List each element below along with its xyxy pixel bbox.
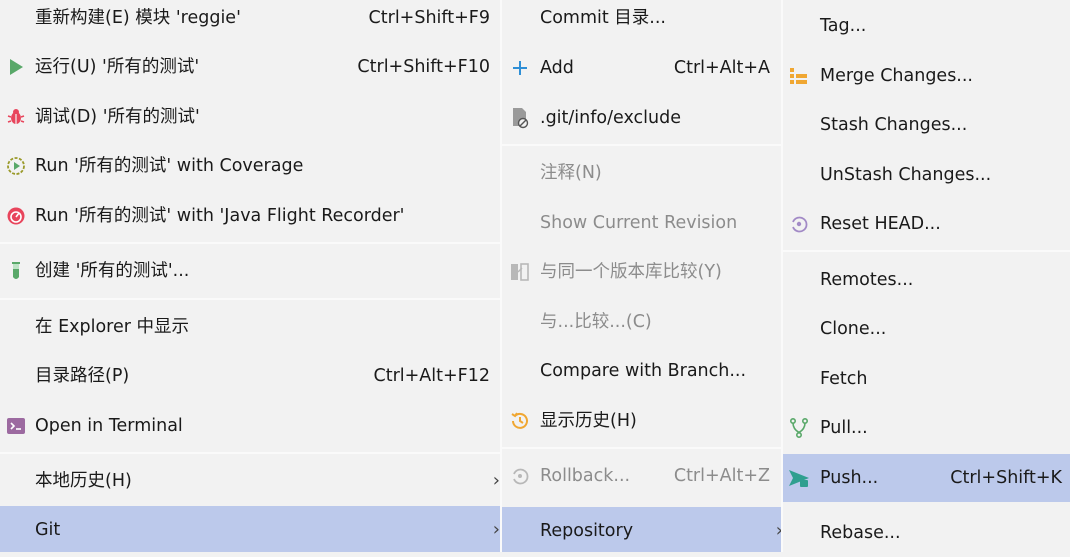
menu-item-label: 在 Explorer 中显示: [35, 317, 189, 337]
menu-item-label: Merge Changes...: [820, 66, 973, 86]
add-icon: [509, 44, 531, 92]
menu-item-label: 重新构建(E) 模块 'reggie': [35, 8, 241, 28]
chevron-right-icon: ›: [492, 470, 500, 491]
menu-item-label: Tag...: [820, 16, 867, 36]
menu-item-clone[interactable]: Clone...: [783, 305, 1070, 353]
menu-item-label: Commit 目录...: [540, 8, 666, 28]
menu-item-shortcut: Ctrl+Shift+F9: [368, 8, 490, 28]
menu-item-shortcut: Ctrl+Alt+A: [673, 58, 770, 78]
menu-item-label: Clone...: [820, 319, 887, 339]
menu-item-shortcut: Ctrl+Shift+K: [950, 468, 1062, 488]
menu-item-shortcut: Ctrl+Alt+F12: [373, 366, 491, 386]
menu-item-label: 创建 '所有的测试'...: [35, 261, 190, 281]
menu-item-remotes[interactable]: Remotes...: [783, 256, 1070, 304]
menu-item-compare-with[interactable]: 与...比较...(C): [502, 298, 781, 346]
menu-item-label: Pull...: [820, 418, 868, 438]
menu-item-show-current-revision[interactable]: Show Current Revision: [502, 199, 781, 247]
merge-icon: [788, 52, 810, 100]
menu-item-label: Show Current Revision: [540, 213, 738, 233]
menu-item-label: Add: [540, 58, 574, 78]
menu-item-label: Compare with Branch...: [540, 361, 747, 381]
menu-item-reset-head[interactable]: Reset HEAD...: [783, 200, 1070, 248]
compare-icon: [509, 248, 531, 296]
menu-item-compare-same-repository[interactable]: 与同一个版本库比较(Y): [502, 248, 781, 296]
menu-item-repository[interactable]: Repository ›: [502, 507, 783, 552]
menu-item-label: Run '所有的测试' with Coverage: [35, 156, 304, 176]
menu-item-label: 与同一个版本库比较(Y): [540, 262, 722, 282]
menu-separator: [783, 250, 1070, 252]
git-submenu: Commit 目录... Add Ctrl+Alt+A .git/info/ex…: [502, 0, 783, 552]
menu-item-label: 本地历史(H): [35, 471, 132, 491]
reset-icon: [788, 200, 810, 248]
push-icon: [788, 454, 810, 502]
terminal-icon: [5, 402, 27, 450]
menu-item-label: 注释(N): [540, 163, 602, 183]
menu-item-unstash-changes[interactable]: UnStash Changes...: [783, 151, 1070, 199]
menu-item-commit-directory[interactable]: Commit 目录...: [502, 0, 781, 42]
debug-icon: [5, 93, 27, 141]
menu-separator: [502, 144, 781, 146]
menu-item-label: Run '所有的测试' with 'Java Flight Recorder': [35, 206, 405, 226]
menu-item-open-in-terminal[interactable]: Open in Terminal: [0, 402, 500, 450]
menu-separator: [0, 242, 500, 244]
project-context-menu: 重新构建(E) 模块 'reggie' Ctrl+Shift+F9 运行(U) …: [0, 0, 500, 552]
menu-item-create-tests[interactable]: 创建 '所有的测试'...: [0, 247, 500, 295]
menu-item-label: Rollback...: [540, 466, 631, 486]
menu-item-run-with-coverage[interactable]: Run '所有的测试' with Coverage: [0, 142, 500, 190]
menu-item-debug-all-tests[interactable]: 调试(D) '所有的测试': [0, 93, 500, 141]
chevron-right-icon: ›: [492, 519, 500, 540]
menu-item-label: UnStash Changes...: [820, 165, 992, 185]
menu-item-label: Stash Changes...: [820, 115, 968, 135]
profiler-icon: [5, 192, 27, 240]
menu-item-add[interactable]: Add Ctrl+Alt+A: [502, 44, 781, 92]
menu-item-label: Rebase...: [820, 523, 901, 543]
menu-item-label: Remotes...: [820, 270, 914, 290]
menu-item-label: Fetch: [820, 369, 868, 389]
menu-item-show-history[interactable]: 显示历史(H): [502, 397, 781, 445]
menu-item-compare-with-branch[interactable]: Compare with Branch...: [502, 347, 781, 395]
menu-item-label: 目录路径(P): [35, 366, 130, 386]
menu-item-pull[interactable]: Pull...: [783, 404, 1070, 452]
test-tube-icon: [5, 247, 27, 295]
menu-item-git[interactable]: Git ›: [0, 506, 500, 552]
menu-separator: [0, 452, 500, 454]
menu-item-rebase[interactable]: Rebase...: [783, 509, 1070, 557]
menu-separator: [502, 447, 781, 449]
menu-item-git-info-exclude[interactable]: .git/info/exclude: [502, 94, 781, 142]
repository-submenu: Tag... Merge Changes... Stash Changes...…: [783, 0, 1070, 552]
rollback-icon: [509, 452, 531, 500]
menu-item-run-with-flight-recorder[interactable]: Run '所有的测试' with 'Java Flight Recorder': [0, 192, 500, 240]
menu-item-label: 显示历史(H): [540, 411, 637, 431]
run-icon: [5, 43, 27, 91]
menu-item-tag[interactable]: Tag...: [783, 2, 1070, 50]
ignore-file-icon: [509, 94, 531, 142]
menu-item-run-all-tests[interactable]: 运行(U) '所有的测试' Ctrl+Shift+F10: [0, 43, 500, 91]
menu-item-label: 调试(D) '所有的测试': [35, 107, 200, 127]
menu-item-rollback[interactable]: Rollback... Ctrl+Alt+Z: [502, 452, 781, 500]
menu-item-label: Git: [35, 520, 61, 540]
menu-item-annotate[interactable]: 注释(N): [502, 149, 781, 197]
menu-item-push[interactable]: Push... Ctrl+Shift+K: [783, 454, 1070, 502]
menu-item-stash-changes[interactable]: Stash Changes...: [783, 101, 1070, 149]
menu-item-label: Reset HEAD...: [820, 214, 941, 234]
menu-item-rebuild-module[interactable]: 重新构建(E) 模块 'reggie' Ctrl+Shift+F9: [0, 0, 500, 42]
menu-item-show-in-explorer[interactable]: 在 Explorer 中显示: [0, 303, 500, 351]
menu-item-fetch[interactable]: Fetch: [783, 355, 1070, 403]
coverage-icon: [5, 142, 27, 190]
menu-item-local-history[interactable]: 本地历史(H) ›: [0, 457, 500, 505]
menu-item-label: Repository: [540, 521, 634, 541]
menu-item-label: Push...: [820, 468, 879, 488]
menu-item-label: 与...比较...(C): [540, 312, 652, 332]
menu-item-shortcut: Ctrl+Alt+Z: [673, 466, 770, 486]
pull-icon: [788, 404, 810, 452]
menu-item-shortcut: Ctrl+Shift+F10: [357, 57, 490, 77]
history-icon: [509, 397, 531, 445]
menu-item-merge-changes[interactable]: Merge Changes...: [783, 52, 1070, 100]
menu-item-label: Open in Terminal: [35, 416, 183, 436]
menu-separator: [0, 298, 500, 300]
menu-item-label: 运行(U) '所有的测试': [35, 57, 200, 77]
menu-item-label: .git/info/exclude: [540, 108, 681, 128]
menu-item-directory-path[interactable]: 目录路径(P) Ctrl+Alt+F12: [0, 352, 500, 400]
